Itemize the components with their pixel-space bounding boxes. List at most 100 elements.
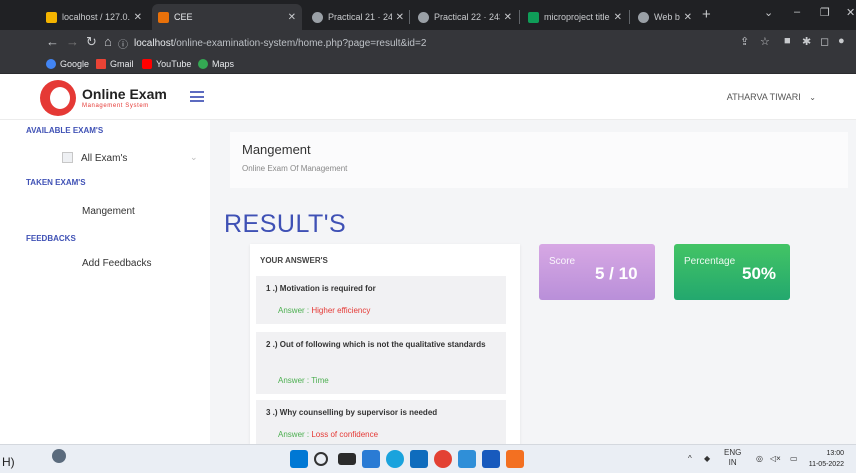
home-icon[interactable]: ⌂ <box>104 34 112 49</box>
sidebar-item-mangement[interactable]: Mangement <box>82 206 135 217</box>
bookmark-youtube[interactable]: YouTube <box>142 59 191 69</box>
edge-icon[interactable] <box>386 450 404 468</box>
logo[interactable]: Online Exam Management System <box>40 80 167 116</box>
sidebar-heading-feedbacks: FEEDBACKS <box>26 234 76 243</box>
word-icon[interactable] <box>482 450 500 468</box>
profile-icon[interactable]: ● <box>838 35 845 47</box>
logo-title: Online Exam <box>82 86 167 102</box>
close-tab-icon[interactable]: ✕ <box>288 12 296 23</box>
back-icon[interactable]: ← <box>46 34 59 49</box>
app-header: Online Exam Management System ATHARVA TI… <box>0 74 856 120</box>
url-field[interactable]: ⓘ localhost /online-examination-system/h… <box>118 33 718 53</box>
bookmark-star-icon[interactable]: ☆ <box>760 35 770 48</box>
exam-header-card: Mangement Online Exam Of Management <box>230 132 848 188</box>
answer-item: 3 .) Why counselling by supervisor is ne… <box>256 400 506 444</box>
browser-tab-practical-21[interactable]: Practical 21 · 2436 ✕ <box>306 4 410 30</box>
site-info-icon[interactable]: ⓘ <box>118 36 128 51</box>
score-label: Score <box>549 256 576 267</box>
close-tab-icon[interactable]: ✕ <box>504 12 512 23</box>
new-tab-icon[interactable]: + <box>702 6 711 23</box>
google-icon <box>46 59 56 69</box>
globe-icon <box>312 11 323 23</box>
exam-list-icon <box>62 152 73 163</box>
gmail-icon <box>96 59 106 69</box>
forward-icon[interactable]: → <box>66 34 79 49</box>
task-view-icon[interactable] <box>338 453 356 465</box>
sidebar: AVAILABLE EXAM'S All Exam's ⌄ TAKEN EXAM… <box>0 120 210 444</box>
phpmyadmin-icon <box>46 11 57 23</box>
bookmark-gmail[interactable]: Gmail <box>96 59 134 69</box>
store-icon[interactable] <box>410 450 428 468</box>
file-explorer-icon[interactable] <box>362 450 380 468</box>
browser-tab-localhost[interactable]: localhost / 127.0.0. ✕ <box>40 4 148 30</box>
exam-subtitle: Online Exam Of Management <box>242 164 348 173</box>
browser-tab-web-based[interactable]: Web based online ✕ <box>632 4 698 30</box>
maps-pin-icon <box>198 59 208 69</box>
weather-icon[interactable] <box>52 449 66 463</box>
clock[interactable]: 13:00 11-05-2022 <box>809 448 844 470</box>
extension-icon[interactable]: ■ <box>784 35 791 47</box>
language-indicator[interactable]: ENG IN <box>724 448 741 468</box>
overlay-text: H) <box>2 455 15 469</box>
windows-taskbar: ^ ◆ ENG IN ◎ ◁× ▭ 13:00 11-05-2022 <box>0 444 856 473</box>
close-window-icon[interactable]: ✕ <box>846 6 855 19</box>
browser-tab-practical-22[interactable]: Practical 22 · 2436 ✕ <box>412 4 518 30</box>
tab-separator <box>409 10 410 24</box>
sidebar-item-add-feedbacks[interactable]: Add Feedbacks <box>82 258 152 269</box>
answer-text: Answer : Time <box>278 376 329 385</box>
menu-toggle-icon[interactable] <box>190 91 204 102</box>
address-bar-row: ← → ↻ ⌂ ⓘ localhost /online-examination-… <box>0 30 856 56</box>
sidepanel-icon[interactable]: ◻ <box>820 35 829 48</box>
tray-chevron-icon[interactable]: ^ <box>688 454 692 463</box>
close-tab-icon[interactable]: ✕ <box>134 12 142 23</box>
answer-item: 2 .) Out of following which is not the q… <box>256 332 506 394</box>
plus-icon <box>528 11 539 23</box>
answer-item: 1 .) Motivation is required for Answer :… <box>256 276 506 324</box>
globe-icon <box>418 11 429 23</box>
tab-search-icon[interactable]: ⌄ <box>764 6 773 19</box>
restore-icon[interactable]: ❐ <box>820 6 830 19</box>
score-card: Score 5 / 10 <box>539 244 655 300</box>
answer-text: Answer : Loss of confidence <box>278 430 379 439</box>
app-icon[interactable] <box>458 450 476 468</box>
extensions-puzzle-icon[interactable]: ✱ <box>802 35 811 48</box>
user-menu[interactable]: ATHARVA TIWARI ⌄ <box>727 92 816 102</box>
main-content: Mangement Online Exam Of Management RESU… <box>210 120 856 444</box>
web-page: Online Exam Management System ATHARVA TI… <box>0 74 856 444</box>
chrome-icon[interactable] <box>434 450 452 468</box>
results-title: RESULT'S <box>224 210 347 238</box>
answer-text: Answer : Higher efficiency <box>278 306 371 315</box>
close-tab-icon[interactable]: ✕ <box>614 12 622 23</box>
sidebar-item-all-exams[interactable]: All Exam's <box>62 152 127 164</box>
logo-subtitle: Management System <box>82 103 149 109</box>
globe-icon <box>638 11 649 23</box>
bookmark-google[interactable]: Google <box>46 59 89 69</box>
youtube-icon <box>142 59 152 69</box>
question-text: 1 .) Motivation is required for <box>266 284 376 293</box>
browser-tab-bar: localhost / 127.0.0. ✕ CEE ✕ Practical 2… <box>0 0 856 30</box>
wifi-icon[interactable]: ◎ <box>756 454 763 463</box>
bookmark-maps[interactable]: Maps <box>198 59 234 69</box>
search-icon[interactable] <box>314 452 328 466</box>
browser-tab-microproject[interactable]: microproject titles ✕ <box>522 4 628 30</box>
close-tab-icon[interactable]: ✕ <box>684 12 692 23</box>
browser-tab-cee[interactable]: CEE ✕ <box>152 4 302 30</box>
question-text: 3 .) Why counselling by supervisor is ne… <box>266 408 438 417</box>
exam-title: Mangement <box>242 142 311 157</box>
score-value: 5 / 10 <box>595 264 638 283</box>
battery-icon[interactable]: ▭ <box>790 454 798 463</box>
percentage-card: Percentage 50% <box>674 244 790 300</box>
chevron-down-icon: ⌄ <box>809 93 816 102</box>
tray-app-icon[interactable]: ◆ <box>704 454 710 463</box>
question-text: 2 .) Out of following which is not the q… <box>266 340 486 349</box>
close-tab-icon[interactable]: ✕ <box>396 12 404 23</box>
percentage-value: 50% <box>742 264 777 283</box>
chevron-down-icon[interactable]: ⌄ <box>190 152 198 163</box>
start-windows-icon[interactable] <box>290 450 308 468</box>
reload-icon[interactable]: ↻ <box>86 34 97 50</box>
volume-icon[interactable]: ◁× <box>770 454 781 463</box>
tab-separator <box>519 10 520 24</box>
xampp-icon[interactable] <box>506 450 524 468</box>
minimize-icon[interactable]: – <box>794 6 800 18</box>
share-icon[interactable]: ⇪ <box>740 35 749 48</box>
